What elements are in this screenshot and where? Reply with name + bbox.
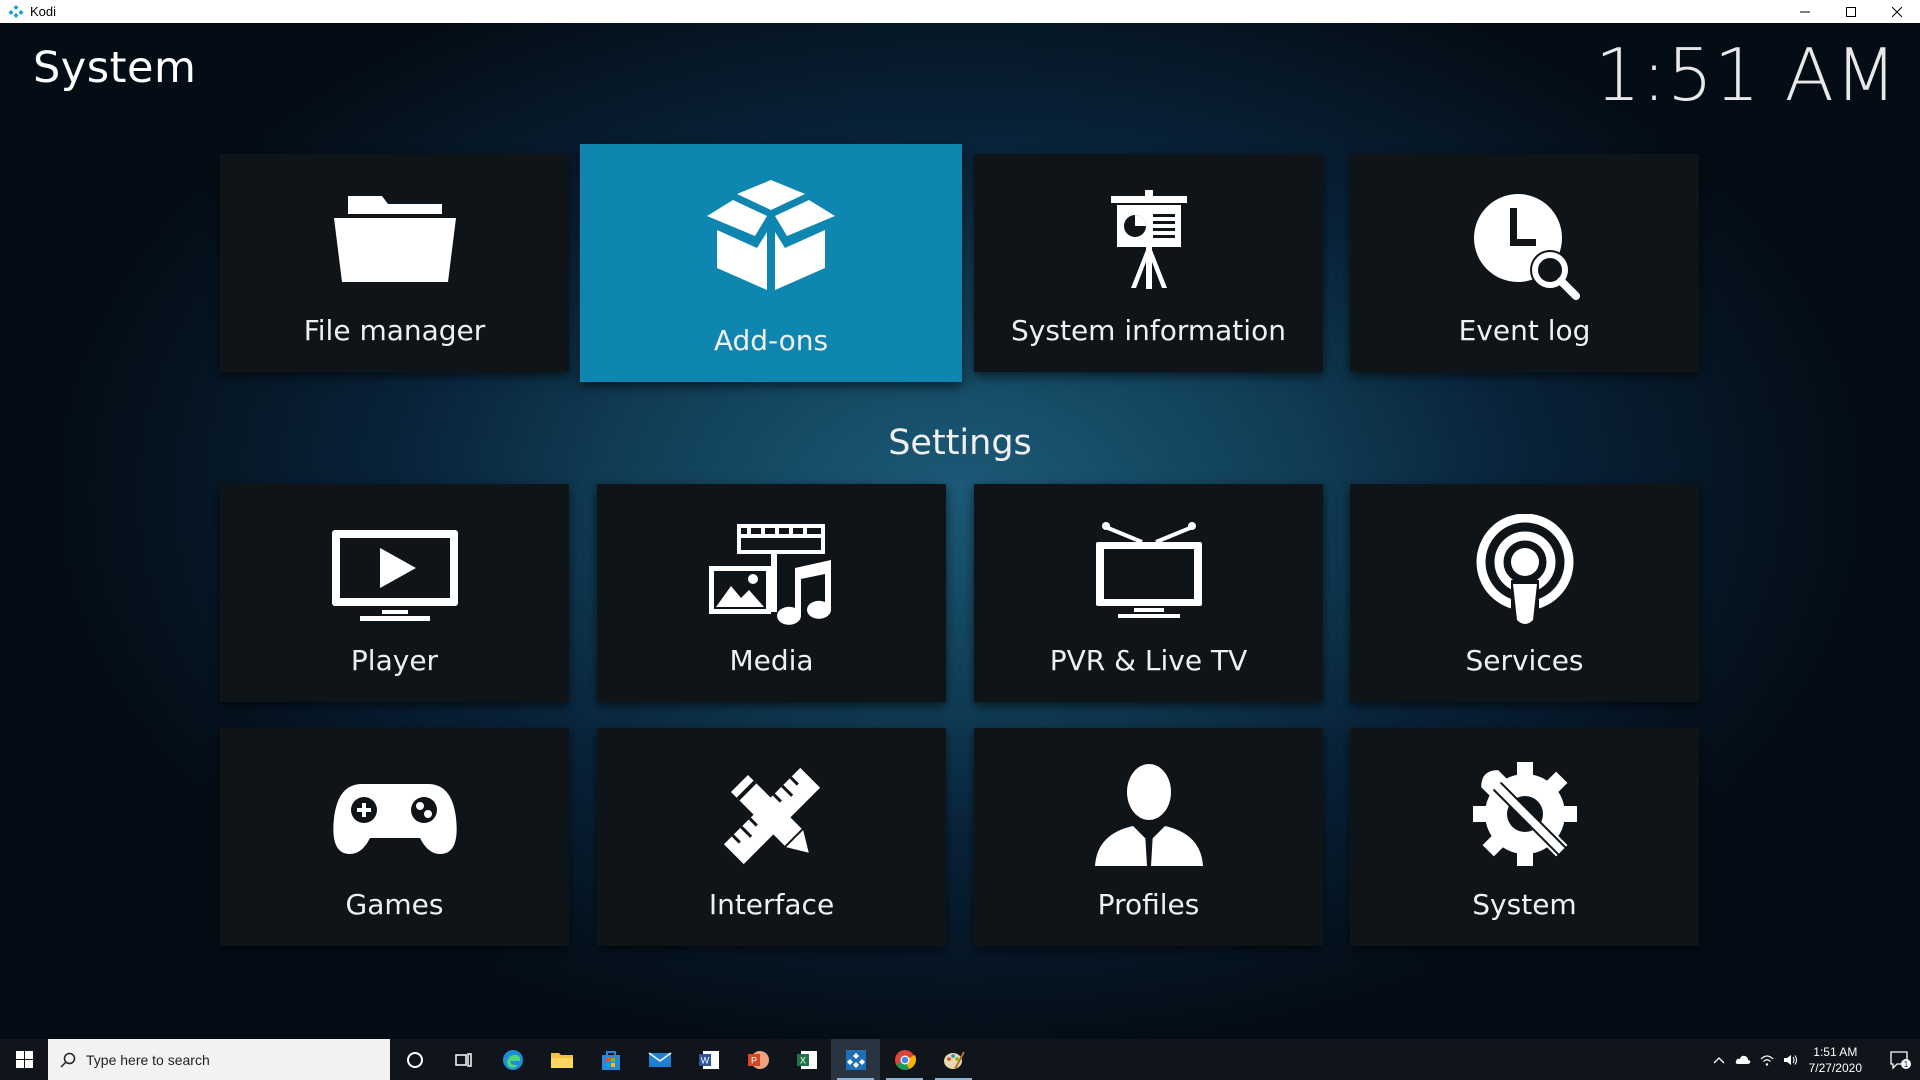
tile-label: Games	[345, 888, 444, 921]
svg-text:P: P	[750, 1055, 756, 1065]
tile-player[interactable]: Player	[220, 484, 569, 702]
taskbar-edge[interactable]	[488, 1039, 537, 1080]
taskbar-search-box[interactable]: Type here to search	[48, 1039, 390, 1080]
volume-button[interactable]	[1779, 1054, 1803, 1066]
wifi-icon	[1760, 1054, 1774, 1066]
tile-label: Profiles	[1097, 888, 1200, 921]
cortana-button[interactable]	[390, 1039, 439, 1080]
svg-text:W: W	[700, 1055, 709, 1065]
speaker-icon	[1783, 1054, 1797, 1065]
clock: 1:51 AM	[1595, 33, 1898, 117]
window-title-bar: Kodi	[0, 0, 1920, 23]
tile-interface[interactable]: Interface	[597, 728, 946, 946]
notification-icon: 1	[1890, 1050, 1911, 1070]
search-placeholder: Type here to search	[86, 1051, 210, 1068]
show-hidden-icons-button[interactable]	[1707, 1056, 1731, 1064]
taskbar-clock[interactable]: 1:51 AM 7/27/2020	[1809, 1044, 1862, 1076]
taskbar-paint[interactable]	[929, 1039, 978, 1080]
page-title: System	[33, 43, 197, 93]
media-collage-icon	[708, 524, 831, 625]
store-icon	[601, 1050, 620, 1070]
taskbar-powerpoint[interactable]: P	[733, 1039, 782, 1080]
task-view-icon	[454, 1052, 472, 1067]
clock-search-icon	[1473, 194, 1580, 300]
cortana-icon	[406, 1051, 423, 1068]
tile-label: Event log	[1458, 314, 1591, 347]
svg-text:X: X	[799, 1055, 805, 1065]
close-icon	[1892, 6, 1902, 17]
taskbar-file-explorer[interactable]	[537, 1039, 586, 1080]
paint-icon	[943, 1051, 965, 1069]
chrome-icon	[894, 1049, 916, 1070]
word-icon: W	[698, 1050, 719, 1069]
windows-logo-icon	[15, 1051, 33, 1068]
tile-label: Player	[350, 644, 439, 677]
tray-date: 7/27/2020	[1808, 1060, 1862, 1075]
taskbar-excel[interactable]: X	[782, 1039, 831, 1080]
tile-media[interactable]: Media	[597, 484, 946, 702]
window-title: Kodi	[30, 4, 57, 19]
tile-pvr-live-tv[interactable]: PVR & Live TV	[974, 484, 1323, 702]
taskbar-word[interactable]: W	[684, 1039, 733, 1080]
cloud-icon	[1735, 1055, 1750, 1064]
broadcast-icon	[1476, 514, 1573, 630]
tile-label: Media	[729, 644, 814, 677]
taskbar-kodi[interactable]	[831, 1039, 880, 1080]
tv-icon	[1095, 522, 1202, 618]
search-icon	[60, 1052, 76, 1068]
tile-services[interactable]: Services	[1350, 484, 1699, 702]
mail-icon	[648, 1051, 671, 1067]
tile-games[interactable]: Games	[220, 728, 569, 946]
tile-system-information[interactable]: System information	[974, 154, 1323, 372]
action-center-button[interactable]: 1	[1880, 1050, 1920, 1070]
taskbar: Type here to search W P X 1:51 AM 7/27/2…	[0, 1039, 1920, 1080]
gear-wrench-icon	[1472, 762, 1577, 866]
settings-section-title: Settings	[888, 423, 1032, 463]
file-explorer-icon	[550, 1052, 573, 1068]
tile-system[interactable]: System	[1350, 728, 1699, 946]
minimize-icon	[1800, 11, 1810, 12]
tile-event-log[interactable]: Event log	[1350, 154, 1699, 372]
maximize-icon	[1846, 6, 1856, 17]
tile-add-ons[interactable]: Add-ons	[580, 144, 962, 382]
excel-icon: X	[796, 1050, 817, 1069]
tray-time: 1:51 AM	[1813, 1044, 1858, 1059]
gamepad-icon	[332, 784, 457, 854]
tile-label: PVR & Live TV	[1049, 644, 1248, 677]
maximize-button[interactable]	[1828, 0, 1874, 23]
chevron-up-icon	[1713, 1056, 1725, 1063]
onedrive-button[interactable]	[1731, 1055, 1755, 1065]
taskbar-mail[interactable]	[635, 1039, 684, 1080]
monitor-play-icon	[331, 530, 458, 621]
taskbar-store[interactable]	[586, 1039, 635, 1080]
notification-count: 1	[1904, 1060, 1909, 1069]
system-tray: 1:51 AM 7/27/2020 1	[1707, 1039, 1920, 1080]
tile-profiles[interactable]: Profiles	[974, 728, 1323, 946]
person-icon	[1094, 764, 1203, 866]
edge-icon	[502, 1049, 523, 1070]
network-button[interactable]	[1755, 1054, 1779, 1066]
tile-label: Services	[1465, 644, 1584, 677]
tile-label: Interface	[708, 888, 835, 921]
minimize-button[interactable]	[1782, 0, 1828, 23]
powerpoint-icon: P	[747, 1050, 769, 1069]
tile-label: System	[1472, 888, 1577, 921]
kodi-taskbar-icon	[845, 1049, 866, 1070]
presentation-board-icon	[1110, 190, 1187, 289]
pencil-ruler-icon	[723, 767, 820, 865]
start-button[interactable]	[0, 1039, 48, 1080]
tile-label: File manager	[303, 314, 486, 347]
kodi-app: System 1:51 AM File manager Add-ons Syst…	[0, 23, 1920, 1039]
tile-file-manager[interactable]: File manager	[220, 154, 569, 372]
folder-icon	[333, 196, 456, 282]
close-button[interactable]	[1874, 0, 1920, 23]
kodi-logo-icon	[8, 4, 24, 18]
task-view-button[interactable]	[439, 1039, 488, 1080]
tile-label: Add-ons	[713, 324, 829, 357]
open-box-icon	[707, 180, 835, 290]
taskbar-chrome[interactable]	[880, 1039, 929, 1080]
tile-label: System information	[1011, 314, 1286, 347]
